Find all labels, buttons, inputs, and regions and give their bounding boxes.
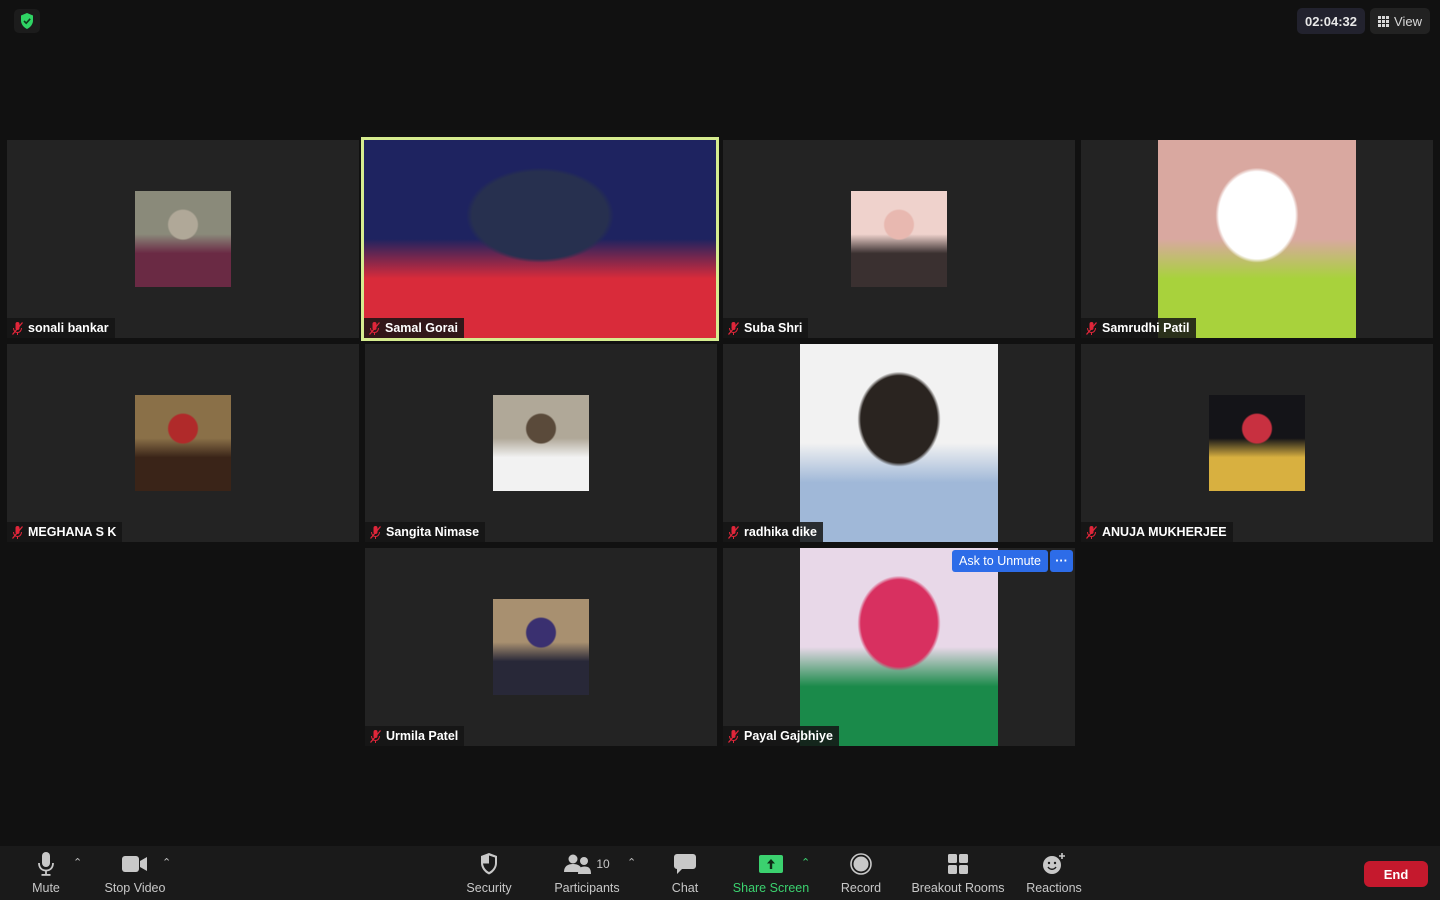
security-shield-icon[interactable] [14,9,40,33]
participants-button[interactable]: 10 Participants [550,852,624,895]
muted-microphone-icon [370,525,381,539]
participant-tile[interactable]: Samal Gorai [361,137,719,341]
participant-name: Urmila Patel [386,729,459,743]
participant-tile[interactable]: Sangita Nimase [365,344,717,542]
participant-name: radhika dike [744,525,817,539]
participant-video [1158,140,1356,338]
video-camera-icon [122,852,148,876]
muted-microphone-icon [369,321,380,335]
participant-tile[interactable]: MEGHANA S K [7,344,359,542]
participant-video [800,548,998,746]
participant-video [364,140,716,338]
end-meeting-button[interactable]: End [1364,861,1428,887]
microphone-icon [37,852,55,876]
chat-button[interactable]: Chat [664,852,706,895]
participant-tile[interactable]: sonali bankar [7,140,359,338]
share-screen-icon [759,852,783,876]
participant-name-bar: Samrudhi Patil [1081,318,1196,338]
participant-name: Suba Shri [744,321,803,335]
participant-name: sonali bankar [28,321,109,335]
participant-name-bar: Suba Shri [723,318,809,338]
participant-tile[interactable]: ANUJA MUKHERJEE [1081,344,1433,542]
meeting-toolbar: Mute ⌃ Stop Video ⌃ Security 10 Particip… [0,846,1440,900]
participant-name-bar: ANUJA MUKHERJEE [1081,522,1233,542]
participant-name: MEGHANA S K [28,525,117,539]
participant-name-bar: sonali bankar [7,318,115,338]
muted-microphone-icon [370,729,381,743]
security-button[interactable]: Security [460,852,518,895]
participant-avatar [135,191,231,287]
muted-microphone-icon [12,525,23,539]
participant-name-bar: Urmila Patel [365,726,465,746]
participant-video [800,344,998,542]
participant-name-bar: radhika dike [723,522,823,542]
muted-microphone-icon [1086,321,1097,335]
muted-microphone-icon [12,321,23,335]
top-bar: 02:04:32 View [0,0,1440,44]
shield-icon [480,852,498,876]
participant-name: Sangita Nimase [386,525,480,539]
participants-options-caret-icon[interactable]: ⌃ [627,856,636,869]
share-options-caret-icon[interactable]: ⌃ [801,856,810,869]
stop-video-label: Stop Video [104,881,166,895]
ask-to-unmute-button[interactable]: Ask to Unmute [952,550,1048,572]
mute-label: Mute [32,881,60,895]
audio-options-caret-icon[interactable]: ⌃ [73,856,82,869]
participant-name: Payal Gajbhiye [744,729,833,743]
chat-bubble-icon [674,852,696,876]
view-button[interactable]: View [1370,8,1430,34]
share-screen-label: Share Screen [732,881,810,895]
participant-tile[interactable]: Suba Shri [723,140,1075,338]
muted-microphone-icon [728,729,739,743]
reactions-button[interactable]: Reactions [1024,852,1084,895]
participant-avatar [493,395,589,491]
security-label: Security [466,881,512,895]
reactions-label: Reactions [1026,881,1082,895]
participant-name-bar: Payal Gajbhiye [723,726,839,746]
video-options-caret-icon[interactable]: ⌃ [162,856,171,869]
reactions-icon [1042,852,1066,876]
muted-microphone-icon [728,321,739,335]
record-button[interactable]: Record [838,852,884,895]
participant-name: Samrudhi Patil [1102,321,1190,335]
participant-name-bar: Samal Gorai [364,318,464,338]
participant-name: ANUJA MUKHERJEE [1102,525,1227,539]
muted-microphone-icon [1086,525,1097,539]
view-label: View [1394,13,1422,29]
participant-avatar [1209,395,1305,491]
participant-avatar [493,599,589,695]
participant-tile[interactable]: Urmila Patel [365,548,717,746]
grid-icon [1378,15,1390,27]
participant-count: 10 [596,857,610,871]
share-screen-button[interactable]: Share Screen [730,852,812,895]
record-icon [850,852,872,876]
participant-avatar [135,395,231,491]
meeting-timer: 02:04:32 [1297,8,1365,34]
participant-name: Samal Gorai [385,321,458,335]
participants-icon: 10 [564,852,610,876]
participant-name-bar: Sangita Nimase [365,522,486,542]
breakout-rooms-label: Breakout Rooms [911,881,1005,895]
breakout-rooms-button[interactable]: Breakout Rooms [910,852,1006,895]
more-options-button[interactable]: ··· [1050,550,1073,572]
chat-label: Chat [671,881,699,895]
mute-button[interactable]: Mute [22,852,70,895]
participant-tile[interactable]: radhika dike [723,344,1075,542]
muted-microphone-icon [728,525,739,539]
participant-tile[interactable]: Samrudhi Patil [1081,140,1433,338]
stop-video-button[interactable]: Stop Video [100,852,170,895]
participants-label: Participants [554,881,620,895]
participant-tile[interactable]: Payal Gajbhiye Ask to Unmute ··· [723,548,1075,746]
breakout-rooms-icon [948,852,968,876]
record-label: Record [840,881,882,895]
participant-name-bar: MEGHANA S K [7,522,123,542]
participant-avatar [851,191,947,287]
